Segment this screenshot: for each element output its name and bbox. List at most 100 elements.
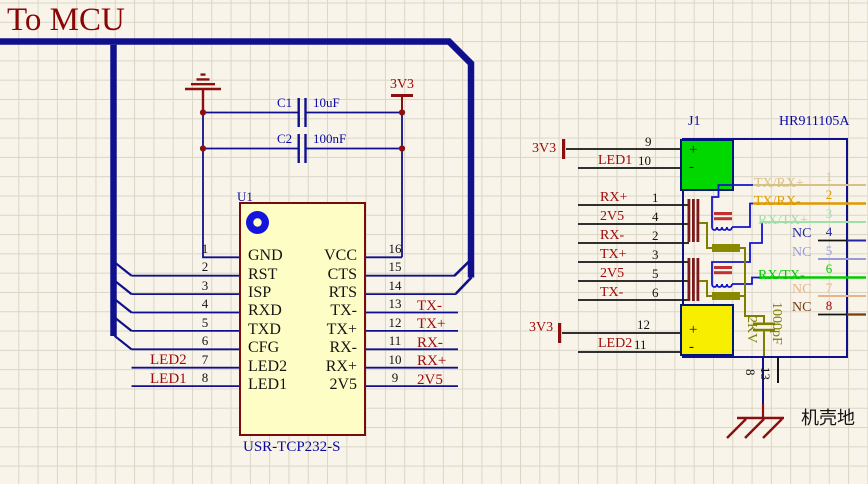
net-label[interactable]: TX+	[417, 317, 445, 332]
net-label[interactable]: TX-	[417, 299, 442, 314]
rj45-nc-label: NC	[792, 246, 811, 260]
net-label[interactable]: LED1	[150, 372, 187, 387]
u1-pin-number: 12	[386, 316, 404, 329]
u1-pin-name: LED2	[248, 359, 287, 375]
rj45-pin-number: 6	[822, 262, 836, 275]
j1-designator: J1	[688, 115, 700, 129]
chassis-ground-symbol[interactable]	[727, 418, 784, 438]
rj45-nc-label: NC	[792, 227, 811, 241]
esd-cap-value: 1000pF	[769, 302, 783, 345]
led-plus-mark: +	[689, 143, 697, 158]
rj45-pair-label: RX/TX-	[758, 269, 805, 283]
c2-value: 100nF	[313, 132, 346, 145]
junction-dots	[200, 109, 405, 151]
c2-designator: C2	[277, 132, 292, 145]
j1-transformer-primary	[688, 199, 700, 301]
net-label[interactable]: 2V5	[417, 373, 443, 388]
rj45-pin-number: 7	[822, 281, 836, 294]
net-label[interactable]: TX-	[600, 286, 623, 300]
termination-resistor	[712, 244, 740, 252]
u1-pin-number: 11	[386, 334, 404, 347]
u1-pin-name: TXD	[248, 322, 281, 338]
earth-ground-symbol[interactable]	[185, 75, 221, 113]
u1-pin-name: RST	[248, 267, 277, 283]
termination-resistor	[712, 292, 740, 300]
power-port-3v3: 3V3	[529, 321, 553, 335]
rj45-pin-number: 5	[822, 244, 836, 257]
u1-designator: U1	[237, 190, 253, 203]
net-label[interactable]: RX-	[417, 336, 443, 351]
u1-pin-name: ISP	[248, 285, 271, 301]
u1-pin-number: 1	[198, 242, 212, 255]
u1-pin-name: TX+	[302, 322, 357, 338]
u1-pin-number: 9	[386, 371, 404, 384]
c1-designator: C1	[277, 96, 292, 109]
power-port-3v3: 3V3	[388, 78, 416, 92]
u1-pin-name: RX+	[302, 359, 357, 375]
j1-pin-number: 9	[645, 135, 652, 148]
u1-pin-number: 6	[198, 334, 212, 347]
rj45-pin-number: 8	[822, 299, 836, 312]
net-label[interactable]: TX+	[600, 248, 627, 262]
sheet-title: To MCU	[7, 4, 125, 37]
j1-pin-number: 6	[652, 286, 659, 299]
u1-pin-number: 13	[386, 297, 404, 310]
chassis-ground-label: 机壳地	[801, 409, 855, 427]
power-bar-3v3-j1[interactable]	[558, 139, 565, 343]
j1-pin-number: 1	[652, 191, 659, 204]
j1-pin-number: 4	[652, 210, 659, 223]
u1-pin-name: TX-	[302, 303, 357, 319]
j1-pin-number: 2	[652, 229, 659, 242]
power-bar-3v3-top[interactable]	[391, 96, 413, 113]
u1-pin-number: 14	[386, 279, 404, 292]
rj45-pin-number: 4	[822, 225, 836, 238]
j1-pin-number: 12	[637, 318, 650, 331]
net-label[interactable]: LED2	[598, 337, 632, 351]
rj45-pin-number: 1	[822, 170, 836, 183]
net-label[interactable]: LED2	[150, 353, 187, 368]
u1-pin-number: 7	[198, 353, 212, 366]
j1-pin-number: 5	[652, 267, 659, 280]
j1-pin-number: 10	[638, 154, 651, 167]
rj45-nc-label: NC	[792, 283, 811, 297]
led-plus-mark: +	[689, 323, 697, 338]
c1-value: 10uF	[313, 96, 340, 109]
net-label[interactable]: 2V5	[600, 267, 624, 281]
u1-pin-number: 16	[386, 242, 404, 255]
j1-shield-pin-number: 13	[759, 367, 772, 380]
u1-pin-name: GND	[248, 248, 283, 264]
net-label[interactable]: LED1	[598, 154, 632, 168]
rj45-pair-label: TX/RX+	[754, 177, 804, 191]
u1-chip-body[interactable]	[240, 203, 365, 435]
u1-pin-number: 10	[386, 353, 404, 366]
j1-shield-pin-number: 8	[744, 369, 757, 376]
u1-pin-number: 15	[386, 260, 404, 273]
net-label[interactable]: RX+	[417, 354, 446, 369]
u1-pin-name: RXD	[248, 303, 282, 319]
net-label[interactable]: 2V5	[600, 210, 624, 224]
u1-pin-number: 3	[198, 279, 212, 292]
capacitor-c1[interactable]	[298, 98, 307, 127]
rj45-pin-number: 2	[822, 188, 836, 201]
j1-part-number: HR911105A	[779, 115, 850, 129]
power-port-3v3: 3V3	[532, 142, 556, 156]
schematic-canvas: To MCU C1 10uF C2 100nF 3V3 U1 USR-TCP23…	[0, 0, 868, 484]
rj45-nc-label: NC	[792, 301, 811, 315]
rj45-pin-number: 3	[822, 207, 836, 220]
u1-pin-number: 5	[198, 316, 212, 329]
u1-part-number: USR-TCP232-S	[243, 440, 341, 455]
u1-pin-name: CTS	[302, 267, 357, 283]
net-label[interactable]: RX+	[600, 191, 627, 205]
capacitor-c2[interactable]	[298, 134, 307, 163]
u1-pin-name: RX-	[302, 340, 357, 356]
u1-pin-name: 2V5	[302, 377, 357, 393]
u1-pin-name: VCC	[302, 248, 357, 264]
u1-pin-number: 8	[198, 371, 212, 384]
led-minus-mark: -	[689, 160, 694, 175]
rj45-pair-label: TX/RX-	[754, 195, 801, 209]
esd-cap-rating: 2KV	[744, 316, 758, 343]
led-minus-mark: -	[689, 340, 694, 355]
net-label[interactable]: RX-	[600, 229, 624, 243]
j1-transformer-core	[714, 212, 732, 274]
u1-pin-number: 4	[198, 297, 212, 310]
